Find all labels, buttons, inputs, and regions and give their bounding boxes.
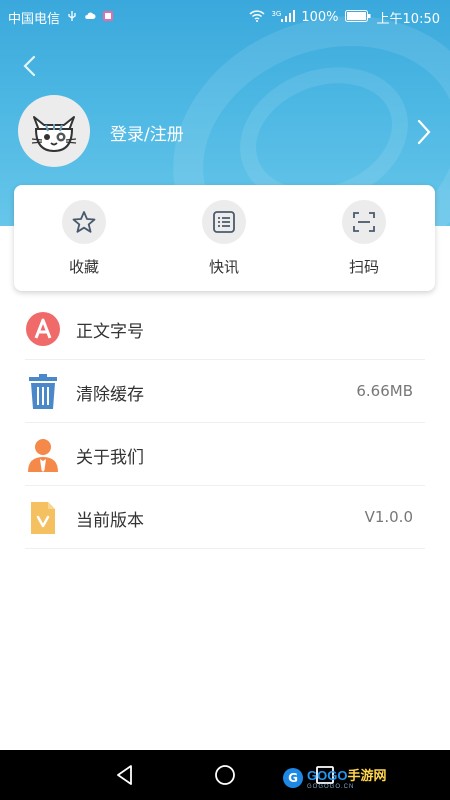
settings-row-about-us[interactable]: 关于我们 xyxy=(25,423,425,486)
watermark-logo-icon: G xyxy=(283,767,303,788)
wifi-icon xyxy=(249,9,265,26)
watermark-url: GOGOGO.CN xyxy=(307,784,355,790)
clock: 上午10:50 xyxy=(376,12,440,27)
login-chevron-button[interactable] xyxy=(416,118,432,146)
avatar[interactable] xyxy=(18,95,90,167)
usb-icon xyxy=(66,10,78,26)
triangle-back-icon xyxy=(117,765,132,785)
settings-list: 正文字号 清除缓存 6.66MB 关于我们 当前版本 V1.0.0 xyxy=(25,297,425,549)
star-icon xyxy=(62,200,106,244)
chevron-right-icon xyxy=(417,119,431,145)
settings-row-version[interactable]: 当前版本 V1.0.0 xyxy=(25,486,425,549)
login-register-link[interactable]: 登录/注册 xyxy=(110,120,184,145)
gogo-watermark: G GOGO手游网 GOGOGO.CN xyxy=(283,765,386,790)
person-icon xyxy=(25,437,61,473)
settings-row-label: 正文字号 xyxy=(76,322,144,342)
nav-back-button[interactable] xyxy=(113,763,137,787)
news-button[interactable]: 快讯 xyxy=(179,200,269,277)
version-doc-icon xyxy=(25,500,61,536)
settings-row-font-size[interactable]: 正文字号 xyxy=(25,297,425,360)
battery-percent: 100% xyxy=(301,10,339,25)
signal-icon xyxy=(281,9,296,26)
news-label: 快讯 xyxy=(208,258,239,276)
quick-actions-card: 收藏 快讯 扫码 xyxy=(14,185,435,291)
network-type-label: 3G xyxy=(271,9,282,18)
favorites-button[interactable]: 收藏 xyxy=(39,200,129,277)
scan-icon xyxy=(342,200,386,244)
settings-row-label: 关于我们 xyxy=(76,448,144,468)
cloud-icon xyxy=(84,10,96,26)
app-notification-icon xyxy=(102,10,114,26)
cat-avatar-icon xyxy=(31,116,77,153)
status-bar: 中国电信 3G 100% 上午10:50 xyxy=(0,0,450,32)
scan-button[interactable]: 扫码 xyxy=(319,200,409,277)
news-list-icon xyxy=(202,200,246,244)
carrier-label: 中国电信 xyxy=(8,12,61,27)
nav-home-button[interactable] xyxy=(213,763,237,787)
battery-icon xyxy=(344,9,371,26)
settings-row-clear-cache[interactable]: 清除缓存 6.66MB xyxy=(25,360,425,423)
circle-home-icon xyxy=(215,765,235,785)
back-button[interactable] xyxy=(20,54,40,78)
trash-icon xyxy=(25,374,61,410)
watermark-brand-suffix: 手游网 xyxy=(347,768,387,783)
version-value: V1.0.0 xyxy=(364,508,413,526)
settings-row-label: 清除缓存 xyxy=(76,385,144,405)
settings-row-label: 当前版本 xyxy=(76,511,144,531)
watermark-brand-main: GOGO xyxy=(307,768,348,783)
watermark-brand: GOGO手游网 xyxy=(307,765,386,784)
chevron-left-icon xyxy=(23,55,36,77)
cache-size-value: 6.66MB xyxy=(356,382,413,400)
font-size-icon xyxy=(25,311,61,347)
favorites-label: 收藏 xyxy=(68,258,99,276)
scan-label: 扫码 xyxy=(348,258,379,276)
